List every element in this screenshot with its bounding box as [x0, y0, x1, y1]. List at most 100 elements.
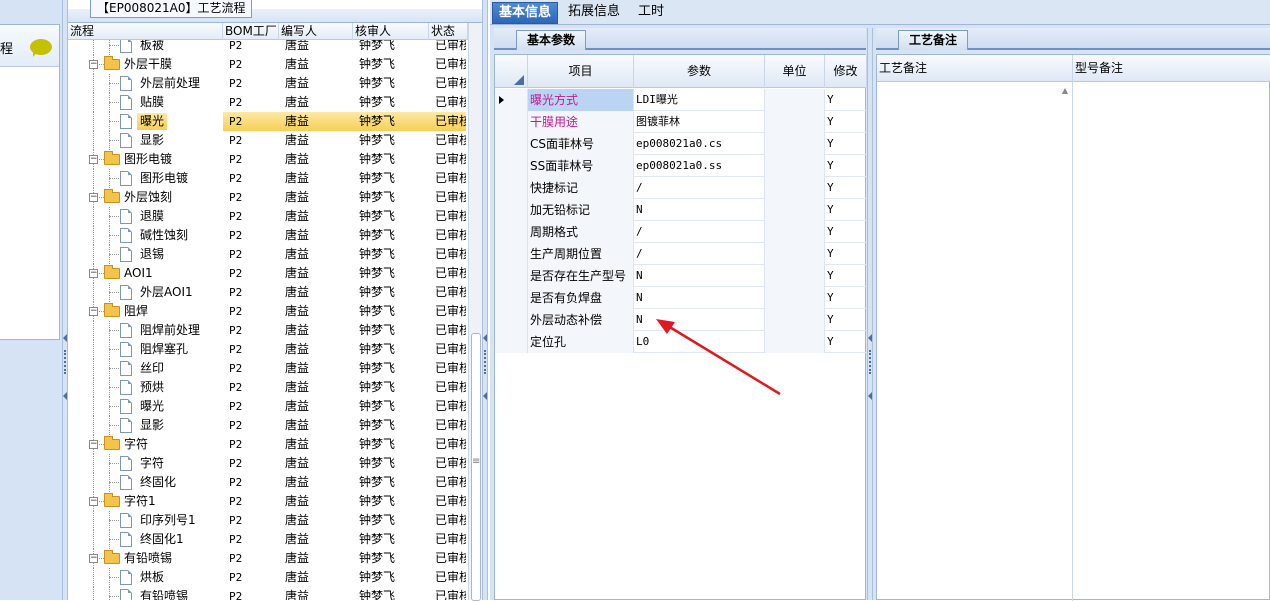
collapse-toggle-icon[interactable]: − [89, 554, 98, 563]
left-panel-header[interactable]: 程 [0, 25, 59, 67]
tree-row[interactable]: 印序列号1 P2 唐益 钟梦飞 已审核 [68, 511, 466, 530]
param-unit-cell[interactable] [765, 89, 825, 111]
param-modify-cell[interactable]: Y [825, 155, 867, 177]
param-row[interactable]: 是否有负焊盘 N Y [495, 287, 867, 309]
param-unit-cell[interactable] [765, 331, 825, 353]
row-indicator[interactable] [495, 221, 528, 243]
tree-row[interactable]: 碱性蚀刻 P2 唐益 钟梦飞 已审核 [68, 226, 466, 245]
tab-work-hours[interactable]: 工时 [632, 2, 670, 24]
collapse-toggle-icon[interactable]: − [89, 307, 98, 316]
tree-scrollbar[interactable] [468, 23, 482, 601]
row-indicator[interactable] [495, 89, 528, 111]
param-row[interactable]: 是否存在生产型号 N Y [495, 265, 867, 287]
param-value-cell[interactable]: / [634, 221, 765, 243]
tree-row[interactable]: 退锡 P2 唐益 钟梦飞 已审核 [68, 245, 466, 264]
param-value-cell[interactable]: N [634, 199, 765, 221]
param-row[interactable]: SS面菲林号 ep008021a0.ss Y [495, 155, 867, 177]
col-header-reviewer[interactable]: 核审人 [353, 23, 429, 40]
notes-scroll-up-icon[interactable]: ▲ [1059, 86, 1071, 102]
param-row[interactable]: 快捷标记 / Y [495, 177, 867, 199]
param-modify-cell[interactable]: Y [825, 177, 867, 199]
tree-row[interactable]: 显影 P2 唐益 钟梦飞 已审核 [68, 131, 466, 150]
param-row[interactable]: 干膜用途 图镀菲林 Y [495, 111, 867, 133]
param-value-cell[interactable]: 图镀菲林 [634, 111, 765, 133]
tree-row[interactable]: 预烘 P2 唐益 钟梦飞 已审核 [68, 378, 466, 397]
param-row[interactable]: 周期格式 / Y [495, 221, 867, 243]
collapse-toggle-icon[interactable]: − [89, 193, 98, 202]
collapse-toggle-icon[interactable]: − [89, 440, 98, 449]
tree-row[interactable]: 曝光 P2 唐益 钟梦飞 已审核 [68, 397, 466, 416]
right-splitter[interactable] [867, 28, 873, 600]
tab-basic-info[interactable]: 基本信息 [492, 2, 559, 24]
col-header-process-notes[interactable]: 工艺备注 [877, 55, 1073, 82]
param-row[interactable]: 生产周期位置 / Y [495, 243, 867, 265]
col-header-unit[interactable]: 单位 [765, 55, 825, 88]
tree-row[interactable]: 阻焊前处理 P2 唐益 钟梦飞 已审核 [68, 321, 466, 340]
tree-row[interactable]: 阻焊塞孔 P2 唐益 钟梦飞 已审核 [68, 340, 466, 359]
row-indicator[interactable] [495, 199, 528, 221]
param-modify-cell[interactable]: Y [825, 243, 867, 265]
param-value-cell[interactable]: ep008021a0.cs [634, 133, 765, 155]
col-header-bom-factory[interactable]: BOM工厂 [223, 23, 279, 40]
param-unit-cell[interactable] [765, 177, 825, 199]
collapse-toggle-icon[interactable]: − [89, 155, 98, 164]
param-modify-cell[interactable]: Y [825, 111, 867, 133]
param-modify-cell[interactable]: Y [825, 133, 867, 155]
row-indicator[interactable] [495, 265, 528, 287]
tree-row[interactable]: 板被 P2 唐益 钟梦飞 已审核 [68, 40, 466, 55]
param-modify-cell[interactable]: Y [825, 89, 867, 111]
param-unit-cell[interactable] [765, 265, 825, 287]
param-modify-cell[interactable]: Y [825, 287, 867, 309]
tree-row[interactable]: − 有铅喷锡 P2 唐益 钟梦飞 已审核 [68, 549, 466, 568]
tree-row[interactable]: − 字符1 P2 唐益 钟梦飞 已审核 [68, 492, 466, 511]
col-header-item[interactable]: 项目 [528, 55, 634, 88]
collapse-toggle-icon[interactable]: − [89, 60, 98, 69]
row-indicator[interactable] [495, 177, 528, 199]
collapse-left-arrow-icon[interactable] [63, 334, 67, 342]
tree-row[interactable]: 终固化1 P2 唐益 钟梦飞 已审核 [68, 530, 466, 549]
col-header-modify[interactable]: 修改 [825, 55, 867, 88]
collapse-toggle-icon[interactable]: − [89, 269, 98, 278]
subtab-process-notes[interactable]: 工艺备注 [898, 30, 969, 50]
param-unit-cell[interactable] [765, 199, 825, 221]
row-indicator[interactable] [495, 155, 528, 177]
row-indicator[interactable] [495, 331, 528, 353]
tree-row[interactable]: − AOI1 P2 唐益 钟梦飞 已审核 [68, 264, 466, 283]
param-value-cell[interactable]: N [634, 309, 765, 331]
tree-row[interactable]: 丝印 P2 唐益 钟梦飞 已审核 [68, 359, 466, 378]
tab-extended-info[interactable]: 拓展信息 [562, 2, 626, 24]
param-row[interactable]: CS面菲林号 ep008021a0.cs Y [495, 133, 867, 155]
param-unit-cell[interactable] [765, 287, 825, 309]
param-value-cell[interactable]: L0 [634, 331, 765, 353]
param-modify-cell[interactable]: Y [825, 331, 867, 353]
param-unit-cell[interactable] [765, 133, 825, 155]
tree-row[interactable]: 有铅喷锡 P2 唐益 钟梦飞 已审核 [68, 587, 466, 600]
chat-bubble-icon[interactable] [30, 39, 52, 57]
tree-row[interactable]: − 外层蚀刻 P2 唐益 钟梦飞 已审核 [68, 188, 466, 207]
col-header-status[interactable]: 状态 [429, 23, 468, 40]
col-header-flow[interactable]: 流程 [68, 23, 223, 40]
param-row[interactable]: 加无铅标记 N Y [495, 199, 867, 221]
param-value-cell[interactable]: / [634, 243, 765, 265]
process-flow-tab[interactable]: 【EP008021A0】工艺流程 [90, 0, 253, 18]
param-row[interactable]: 曝光方式 LDI曝光 Y [495, 89, 867, 111]
row-indicator[interactable] [495, 243, 528, 265]
param-unit-cell[interactable] [765, 111, 825, 133]
tree-row[interactable]: − 外层干膜 P2 唐益 钟梦飞 已审核 [68, 55, 466, 74]
row-indicator[interactable] [495, 287, 528, 309]
param-row[interactable]: 外层动态补偿 N Y [495, 309, 867, 331]
tree-row[interactable]: 字符 P2 唐益 钟梦飞 已审核 [68, 454, 466, 473]
col-header-value[interactable]: 参数 [634, 55, 765, 88]
param-row[interactable]: 定位孔 L0 Y [495, 331, 867, 353]
tree-row[interactable]: − 图形电镀 P2 唐益 钟梦飞 已审核 [68, 150, 466, 169]
tree-row[interactable]: − 阻焊 P2 唐益 钟梦飞 已审核 [68, 302, 466, 321]
param-modify-cell[interactable]: Y [825, 265, 867, 287]
tree-row[interactable]: 贴膜 P2 唐益 钟梦飞 已审核 [68, 93, 466, 112]
param-value-cell[interactable]: / [634, 177, 765, 199]
tree-row[interactable]: 烘板 P2 唐益 钟梦飞 已审核 [68, 568, 466, 587]
param-value-cell[interactable]: N [634, 287, 765, 309]
collapse-toggle-icon[interactable]: − [89, 497, 98, 506]
param-value-cell[interactable]: N [634, 265, 765, 287]
tree-row[interactable]: 退膜 P2 唐益 钟梦飞 已审核 [68, 207, 466, 226]
tree-scroll-thumb[interactable] [471, 333, 481, 601]
